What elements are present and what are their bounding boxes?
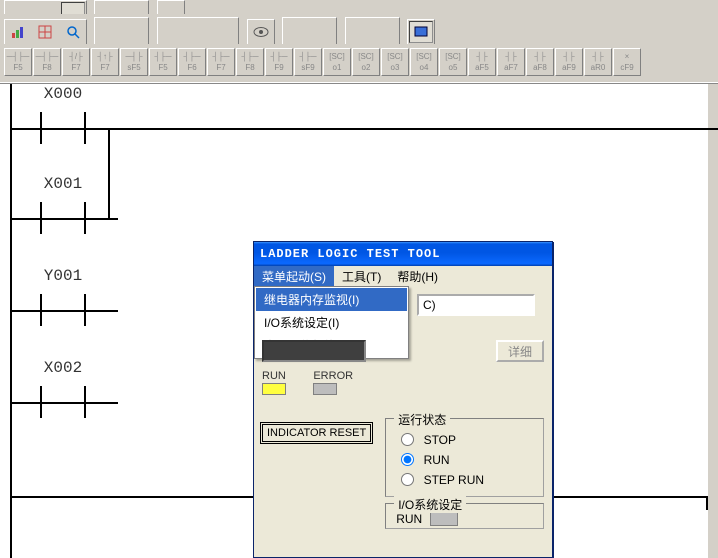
tbtn-goto1-icon[interactable] (159, 19, 183, 41)
fnkey-F8[interactable]: ─┤├─F8 (33, 48, 61, 76)
ladder-logic-test-tool-dialog[interactable]: LADDER LOGIC TEST TOOL 菜单起动(S) 工具(T) 帮助(… (253, 241, 553, 558)
radio-stop[interactable]: STOP (396, 430, 533, 447)
io-system-legend: I/O系统设定 (394, 496, 466, 513)
tbtn-grid-icon[interactable] (33, 21, 57, 43)
tbtn-step-in-icon[interactable] (96, 19, 120, 41)
tbtn-col2-icon[interactable] (311, 19, 335, 41)
io-run-led-icon (430, 512, 458, 526)
run-led-label: RUN (262, 370, 306, 382)
fnkey-sF9[interactable]: ┤├─sF9 (294, 48, 322, 76)
menu-start-label: 菜单起动(S) (262, 270, 326, 284)
fnkey-sF5[interactable]: ─┤├sF5 (120, 48, 148, 76)
radio-step-run-label: STEP RUN (424, 473, 484, 487)
tbtn-find-icon[interactable] (61, 21, 85, 43)
dialog-titlebar[interactable]: LADDER LOGIC TEST TOOL (254, 242, 552, 266)
run-state-legend: 运行状态 (394, 411, 450, 428)
menu-start[interactable]: 菜单起动(S) (254, 266, 334, 286)
contact-label: Y001 (44, 268, 82, 284)
error-led-label: ERROR (313, 370, 357, 382)
contact-label: X002 (44, 360, 82, 376)
ladder-vertical (108, 128, 110, 220)
toolbar-row-1 (0, 14, 718, 44)
toolbar-row-2: ─┤├─F5─┤├─F8┤/├F7┤↑├F7─┤├sF5┤├─F5┤├─F6┤├… (0, 44, 718, 82)
fnkey-o5[interactable]: [SC]o5 (439, 48, 467, 76)
tbtn-eye-icon[interactable] (249, 21, 273, 43)
canvas-right-edge (708, 84, 718, 558)
tbtn-col4-icon[interactable] (374, 19, 398, 41)
tbtn-screen-icon[interactable] (409, 21, 433, 43)
fnkey-aF9[interactable]: ┤├aF9 (555, 48, 583, 76)
fnkey-aR0[interactable]: ┤├aR0 (584, 48, 612, 76)
contact-label: X000 (44, 86, 82, 102)
status-display-box (262, 340, 366, 362)
radio-run[interactable]: RUN (396, 450, 533, 467)
fnkey-aF8[interactable]: ┤├aF8 (526, 48, 554, 76)
ladder-rung (10, 128, 718, 130)
radio-step-run[interactable]: STEP RUN (396, 470, 533, 487)
tbtn-goto2-icon[interactable] (186, 19, 210, 41)
toolbar-row-0 (0, 0, 718, 14)
tbtn-chart-icon[interactable] (6, 21, 30, 43)
menu-tool-label: 工具(T) (342, 270, 381, 284)
led-row: RUN ERROR (262, 368, 544, 396)
tbtn-step-out-icon[interactable] (123, 19, 147, 41)
fnkey-o1[interactable]: [SC]o1 (323, 48, 351, 76)
fnkey-aF5[interactable]: ┤├aF5 (468, 48, 496, 76)
fnkey-F5[interactable]: ┤├─F5 (149, 48, 177, 76)
ladder-contact[interactable]: X002 (28, 382, 98, 422)
ladder-contact[interactable]: X000 (28, 108, 98, 148)
detail-button[interactable]: 详细 (496, 340, 544, 362)
menu-help-label: 帮助(H) (397, 270, 438, 284)
menu-tool[interactable]: 工具(T) (334, 266, 389, 286)
error-led-icon (313, 383, 337, 395)
fnkey-F7[interactable]: ┤↑├F7 (91, 48, 119, 76)
fnkey-F5[interactable]: ─┤├─F5 (4, 48, 32, 76)
plc-type-field[interactable] (417, 294, 535, 316)
ladder-contact[interactable]: Y001 (28, 290, 98, 330)
tbtn-col3-icon[interactable] (347, 19, 371, 41)
menu-help[interactable]: 帮助(H) (389, 266, 446, 286)
dialog-menubar: 菜单起动(S) 工具(T) 帮助(H) (254, 266, 552, 286)
fnkey-F8[interactable]: ┤├─F8 (236, 48, 264, 76)
contact-label: X001 (44, 176, 82, 192)
fnkey-F7[interactable]: ┤/├F7 (62, 48, 90, 76)
ladder-right-rail (706, 496, 708, 510)
fnkey-cF9[interactable]: ×cF9 (613, 48, 641, 76)
radio-stop-label: STOP (424, 433, 456, 447)
ladder-left-rail (10, 84, 12, 558)
dialog-title: LADDER LOGIC TEST TOOL (260, 247, 440, 261)
fnkey-o4[interactable]: [SC]o4 (410, 48, 438, 76)
io-run-label: RUN (396, 512, 422, 526)
radio-run-label: RUN (424, 453, 450, 467)
fnkey-o3[interactable]: [SC]o3 (381, 48, 409, 76)
ladder-contact[interactable]: X001 (28, 198, 98, 238)
fnkey-o2[interactable]: [SC]o2 (352, 48, 380, 76)
fnkey-aF7[interactable]: ┤├aF7 (497, 48, 525, 76)
tbtn-goto3-icon[interactable] (213, 19, 237, 41)
tbtn-col1-icon[interactable] (284, 19, 308, 41)
indicator-reset-button[interactable]: INDICATOR RESET (262, 424, 371, 442)
fnkey-F9[interactable]: ┤├─F9 (265, 48, 293, 76)
fnkey-F6[interactable]: ┤├─F6 (178, 48, 206, 76)
run-led-icon (262, 383, 286, 395)
dialog-body: 详细 RUN ERROR INDICATOR RESET 运行状态 STOP (254, 286, 552, 557)
fnkey-F7[interactable]: ┤├─F7 (207, 48, 235, 76)
